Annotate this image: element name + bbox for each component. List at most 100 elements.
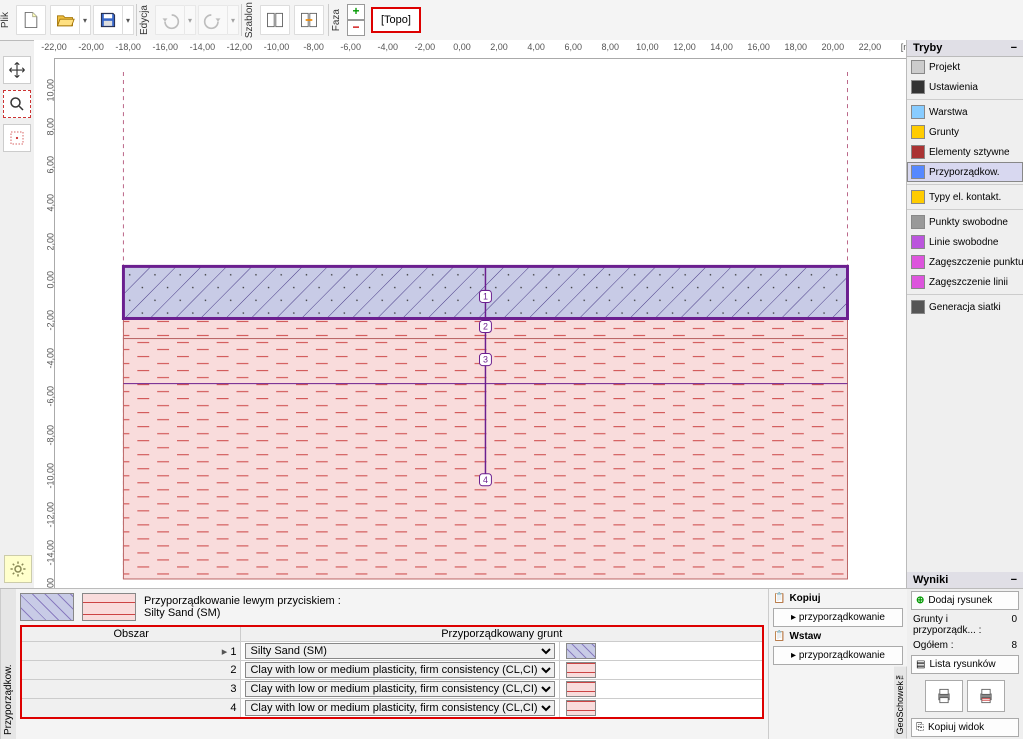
zoom-tool[interactable] [3, 90, 31, 118]
print-color-button[interactable] [967, 680, 1005, 712]
swatch-silty[interactable] [20, 593, 74, 621]
save-button[interactable] [93, 5, 123, 35]
plik-label: Plik [0, 8, 14, 32]
mode-ustawienia[interactable]: Ustawienia [907, 77, 1023, 97]
minimize-icon[interactable]: − [1011, 42, 1017, 54]
mode-label: Punkty swobodne [929, 217, 1008, 228]
redo-button[interactable] [198, 5, 228, 35]
ruler-tick: -6,00 [340, 42, 361, 52]
mode-label: Zagęszczenie punktu [929, 257, 1023, 268]
open-dropdown[interactable]: ▾ [80, 5, 91, 35]
soil-select[interactable]: Clay with low or medium plasticity, firm… [245, 662, 555, 678]
results-header: Wyniki− [907, 572, 1023, 589]
col-obszar: Obszar [21, 626, 241, 642]
drawing-canvas[interactable]: 1 2 3 4 [54, 58, 907, 589]
plus-icon: ⊕ [916, 595, 924, 606]
settings-gear-button[interactable] [4, 555, 32, 583]
copy-label: Kopiuj [789, 593, 820, 604]
col-grunt: Przyporządkowany grunt [241, 626, 763, 642]
ruler-tick: -8,00 [303, 42, 324, 52]
mode-label: Typy el. kontakt. [929, 192, 1001, 203]
mode-zagl[interactable]: Zagęszczenie linii [907, 272, 1023, 292]
mode-label: Warstwa [929, 107, 968, 118]
ruler-tick: -12,00 [227, 42, 253, 52]
grunty-icon [911, 125, 925, 139]
table-row: 2Clay with low or medium plasticity, fir… [21, 661, 763, 680]
redo-dropdown[interactable]: ▾ [228, 5, 239, 35]
drawing-list-button[interactable]: ▤Lista rysunków [911, 655, 1019, 674]
paste-label: Wstaw [789, 631, 821, 642]
soil-select[interactable]: Silty Sand (SM) [245, 643, 555, 659]
lswob-icon [911, 235, 925, 249]
table-row: 3Clay with low or medium plasticity, fir… [21, 680, 763, 699]
copy-icon: ⎘ [916, 722, 924, 733]
ruler-tick: 22,00 [859, 42, 882, 52]
mode-przyp[interactable]: Przyporządkow. [907, 162, 1023, 182]
fit-tool[interactable] [3, 124, 31, 152]
undo-button[interactable] [155, 5, 185, 35]
mode-label: Elementy sztywne [929, 147, 1010, 158]
row-number[interactable]: 3 [21, 680, 241, 699]
paste-assignment-button[interactable]: ▸ przyporządkowanie [773, 646, 903, 665]
swatch-clay[interactable] [82, 593, 136, 621]
new-file-button[interactable] [16, 5, 46, 35]
template1-button[interactable] [260, 5, 290, 35]
print-button[interactable] [925, 680, 963, 712]
mode-grunty[interactable]: Grunty [907, 122, 1023, 142]
mode-projekt[interactable]: Projekt [907, 57, 1023, 77]
move-tool[interactable] [3, 56, 31, 84]
bottom-panel: Przyporządkow. Przyporządkowanie lewym p… [0, 588, 907, 739]
add-drawing-button[interactable]: ⊕Dodaj rysunek [911, 591, 1019, 610]
mode-lswob[interactable]: Linie swobodne [907, 232, 1023, 252]
copy-assignment-button[interactable]: ▸ przyporządkowanie [773, 608, 903, 627]
bottom-tab[interactable]: Przyporządkow. [0, 589, 16, 739]
left-toolbar [0, 40, 34, 152]
soil-select[interactable]: Clay with low or medium plasticity, firm… [245, 700, 555, 716]
template2-button[interactable] [294, 5, 324, 35]
mode-kontakt[interactable]: Typy el. kontakt. [907, 187, 1023, 207]
undo-dropdown[interactable]: ▾ [185, 5, 196, 35]
ruler-tick: 0,00 [453, 42, 471, 52]
svg-text:2: 2 [483, 321, 488, 331]
clipboard-panel: 📋Kopiuj ▸ przyporządkowanie 📋Wstaw ▸ prz… [768, 589, 907, 739]
ruler-tick: -16,00 [152, 42, 178, 52]
szablon-label: Szablon [244, 0, 258, 42]
ruler-tick: 10,00 [636, 42, 659, 52]
ruler-tick: -4,00 [378, 42, 399, 52]
soil-swatch [566, 700, 596, 716]
ruler-tick: -2,00 [415, 42, 436, 52]
ruler-tick: 16,00 [747, 42, 770, 52]
mode-sztywne[interactable]: Elementy sztywne [907, 142, 1023, 162]
ruler-tick: -14,00 [190, 42, 216, 52]
phase-add-button[interactable]: + [347, 4, 365, 20]
paste-icon: 📋 [773, 631, 785, 642]
ruler-tick: 8,00 [602, 42, 620, 52]
row-number[interactable]: 2 [21, 661, 241, 680]
phase-remove-button[interactable]: − [347, 20, 365, 36]
soil-select[interactable]: Clay with low or medium plasticity, firm… [245, 681, 555, 697]
mode-zagp[interactable]: Zagęszczenie punktu [907, 252, 1023, 272]
row-number[interactable]: ▸ 1 [21, 642, 241, 661]
modes-header: Tryby− [907, 40, 1023, 57]
mode-warstwa[interactable]: Warstwa [907, 102, 1023, 122]
open-file-button[interactable] [50, 5, 80, 35]
row-number[interactable]: 4 [21, 699, 241, 719]
topo-phase-tab[interactable]: [Topo] [371, 7, 421, 33]
copy-view-button[interactable]: ⎘Kopiuj widok [911, 718, 1019, 737]
mode-label: Ustawienia [929, 82, 978, 93]
ruler-tick: -18,00 [115, 42, 141, 52]
minimize-icon[interactable]: − [1011, 574, 1017, 586]
status-grunty: Grunty i przyporządk... :0 [907, 612, 1023, 638]
kontakt-icon [911, 190, 925, 204]
mode-siatka[interactable]: Generacja siatki [907, 297, 1023, 317]
geoschowek-tab[interactable]: GeoSchowek™ [894, 667, 907, 739]
save-dropdown[interactable]: ▾ [123, 5, 134, 35]
siatka-icon [911, 300, 925, 314]
mode-pswob[interactable]: Punkty swobodne [907, 212, 1023, 232]
canvas-area: -22,00-20,00-18,00-16,00-14,00-12,00-10,… [34, 40, 907, 589]
sztywne-icon [911, 145, 925, 159]
pswob-icon [911, 215, 925, 229]
svg-text:1: 1 [483, 291, 488, 301]
ruler-tick: 20,00 [822, 42, 845, 52]
ruler-tick: 18,00 [784, 42, 807, 52]
